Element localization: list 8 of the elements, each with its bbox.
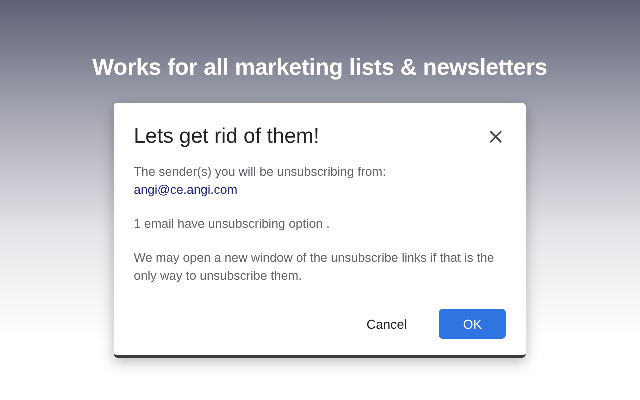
intro-text: The sender(s) you will be unsubscribing from: xyxy=(134,164,388,181)
ok-button[interactable]: OK xyxy=(439,309,506,339)
sender-email: angi@ce.angi.com xyxy=(134,182,239,199)
dialog-title: Lets get rid of them! xyxy=(134,125,320,149)
cancel-button[interactable]: Cancel xyxy=(354,309,420,339)
count-note: 1 email have unsubscribing option . xyxy=(134,216,331,233)
headline: Works for all marketing lists & newsletters xyxy=(92,54,548,81)
notice-text: We may open a new window of the unsubscribe links if that is the only way to unsubscribe them. xyxy=(134,250,496,285)
